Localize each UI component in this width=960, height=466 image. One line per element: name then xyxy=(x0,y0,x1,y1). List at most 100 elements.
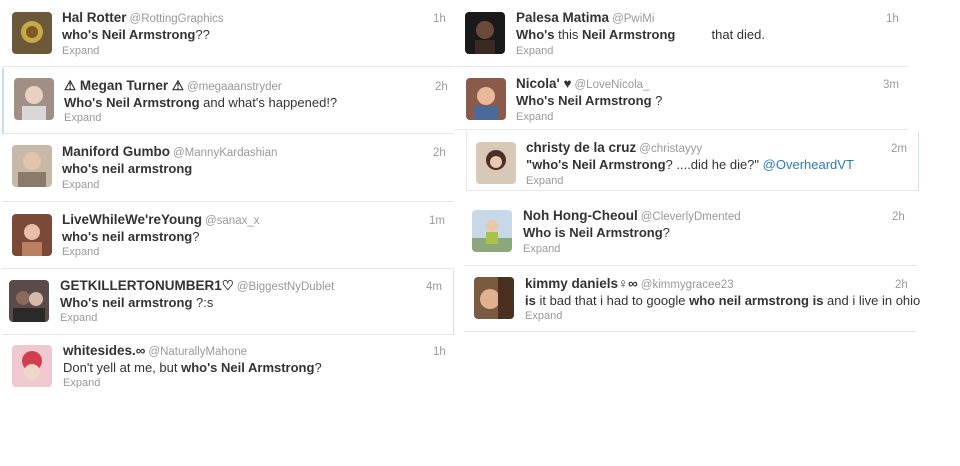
avatar[interactable] xyxy=(12,214,52,256)
expand-link[interactable]: Expand xyxy=(60,311,97,325)
tweet-text-segment: who's neil armstrong xyxy=(62,229,193,244)
tweet-text: Who's Neil Armstrong and what's happened… xyxy=(64,94,337,111)
tweet-card[interactable]: Hal Rotter @RottingGraphics 1h who's Neil… xyxy=(2,0,454,67)
tweet-text-segment: Who is Neil Armstrong xyxy=(523,225,663,240)
author-handle[interactable]: @MannyKardashian xyxy=(173,147,277,159)
tweet-text: who's neil armstrong? xyxy=(62,228,199,245)
avatar[interactable] xyxy=(12,145,52,187)
avatar[interactable] xyxy=(466,78,506,120)
tweet-card[interactable]: Palesa Matima @PwiMi 1h Who's this Neil A… xyxy=(455,0,908,67)
expand-link[interactable]: Expand xyxy=(63,376,100,390)
expand-link[interactable]: Expand xyxy=(516,110,553,124)
author-handle[interactable]: @LoveNicola_ xyxy=(575,79,650,91)
tweet-text: Don't yell at me, but who's Neil Armstro… xyxy=(63,359,322,376)
timestamp[interactable]: 3m xyxy=(883,77,899,93)
timestamp[interactable]: 1h xyxy=(886,11,899,27)
tweet-text: who's Neil Armstrong?? xyxy=(62,26,210,43)
tweet-text-segment: Don't yell at me, but xyxy=(63,360,182,375)
expand-link[interactable]: Expand xyxy=(62,44,99,58)
tweet-text-segment: Who's Neil Armstrong xyxy=(64,95,200,110)
author-name[interactable]: Noh Hong-Cheoul xyxy=(523,208,638,223)
tweet-card[interactable]: kimmy daniels♀∞ @kimmygracee23 2h is it b… xyxy=(464,267,920,332)
tweet-text: Who is Neil Armstrong? xyxy=(523,224,670,241)
author-handle[interactable]: @RottingGraphics xyxy=(130,13,224,25)
mention-link[interactable]: @OverheardVT xyxy=(763,157,854,172)
timestamp[interactable]: 1h xyxy=(433,344,446,360)
author-name[interactable]: Palesa Matima xyxy=(516,10,609,25)
tweet-text-segment xyxy=(675,27,711,42)
tweet-text-segment: ? xyxy=(192,229,200,244)
expand-link[interactable]: Expand xyxy=(64,111,101,125)
tweet-text-segment: Who's neil armstrong xyxy=(60,295,193,310)
avatar[interactable] xyxy=(14,78,54,120)
tweet-card[interactable]: GETKILLERTONUMBER1♡ @BiggestNyDublet 4m W… xyxy=(2,270,454,335)
tweet-text-segment: ?? xyxy=(195,27,210,42)
avatar[interactable] xyxy=(474,277,514,319)
timestamp[interactable]: 2h xyxy=(435,79,448,95)
timestamp[interactable]: 1h xyxy=(433,11,446,27)
author-name[interactable]: ⚠ Megan Turner ⚠ xyxy=(64,78,184,93)
author-name[interactable]: Nicola' ♥ xyxy=(516,76,572,91)
tweet-text-segment: is xyxy=(525,293,536,308)
tweet-text: "who's Neil Armstrong? ....did he die?" … xyxy=(526,156,854,173)
timestamp[interactable]: 2m xyxy=(891,141,907,157)
tweet-card[interactable]: ⚠ Megan Turner ⚠ @megaaanstryder 2h Who's… xyxy=(2,68,454,134)
tweet-text-segment: who neil armstrong is xyxy=(689,293,824,308)
avatar[interactable] xyxy=(472,210,512,252)
tweet-card[interactable]: Nicola' ♥ @LoveNicola_ 3m Who's Neil Arms… xyxy=(455,68,908,130)
tweet-card[interactable]: LiveWhileWe'reYoung @sanax_x 1m who's nei… xyxy=(2,203,454,269)
author-name[interactable]: LiveWhileWe'reYoung xyxy=(62,212,202,227)
expand-link[interactable]: Expand xyxy=(526,174,563,188)
tweet-text: Who's this Neil Armstrong that died. xyxy=(516,26,765,43)
timestamp[interactable]: 2h xyxy=(433,145,446,161)
timestamp[interactable]: 1m xyxy=(429,213,445,229)
author-name[interactable]: christy de la cruz xyxy=(526,140,636,155)
tweet-text-segment: this xyxy=(554,27,582,42)
tweet-text-segment: and i live in ohio xyxy=(823,293,921,308)
expand-link[interactable]: Expand xyxy=(62,245,99,259)
expand-link[interactable]: Expand xyxy=(516,44,553,58)
tweet-text-segment: Who's Neil Armstrong xyxy=(516,93,652,108)
author-name[interactable]: Maniford Gumbo xyxy=(62,144,170,159)
author-name[interactable]: kimmy daniels♀∞ xyxy=(525,276,638,291)
timestamp[interactable]: 2h xyxy=(895,277,908,293)
author-name[interactable]: whitesides.∞ xyxy=(63,343,145,358)
author-handle[interactable]: @NaturallyMahone xyxy=(148,346,247,358)
tweet-text-segment: who's Neil Armstrong xyxy=(62,27,196,42)
author-handle[interactable]: @megaaanstryder xyxy=(187,81,282,93)
tweet-text: is it bad that i had to google who neil … xyxy=(525,292,920,309)
avatar[interactable] xyxy=(476,142,516,184)
author-handle[interactable]: @CleverlyDmented xyxy=(641,211,741,223)
tweet-text: Who's neil armstrong ?:s xyxy=(60,294,213,311)
author-handle[interactable]: @BiggestNyDublet xyxy=(237,281,334,293)
avatar[interactable] xyxy=(12,12,52,54)
author-name[interactable]: GETKILLERTONUMBER1♡ xyxy=(60,278,234,293)
avatar[interactable] xyxy=(465,12,505,54)
tweet-text-segment: ? xyxy=(651,93,663,108)
tweet-text: Who's Neil Armstrong ? xyxy=(516,92,662,109)
author-handle[interactable]: @PwiMi xyxy=(612,13,654,25)
avatar[interactable] xyxy=(9,280,49,322)
expand-link[interactable]: Expand xyxy=(523,242,560,256)
timestamp[interactable]: 4m xyxy=(426,279,442,295)
avatar[interactable] xyxy=(12,345,52,387)
tweet-card[interactable]: Noh Hong-Cheoul @CleverlyDmented 2h Who i… xyxy=(464,198,917,266)
tweet-card[interactable]: christy de la cruz @christayyy 2m "who's … xyxy=(466,131,919,191)
author-name[interactable]: Hal Rotter xyxy=(62,10,127,25)
tweet-card[interactable]: Maniford Gumbo @MannyKardashian 2h who's … xyxy=(2,135,454,202)
author-handle[interactable]: @kimmygracee23 xyxy=(641,279,734,291)
tweet-text-segment: that died. xyxy=(711,27,766,42)
author-handle[interactable]: @christayyy xyxy=(639,143,702,155)
tweet-text-segment: ? xyxy=(314,360,322,375)
tweet-text-segment: ? xyxy=(662,225,670,240)
tweet-text: who's neil armstrong xyxy=(62,160,192,177)
tweet-card[interactable]: whitesides.∞ @NaturallyMahone 1h Don't ye… xyxy=(2,336,454,394)
expand-link[interactable]: Expand xyxy=(525,309,562,323)
tweet-text-segment: Who's xyxy=(516,27,555,42)
timestamp[interactable]: 2h xyxy=(892,209,905,225)
tweet-text-segment: who's Neil Armstrong xyxy=(181,360,315,375)
tweet-text-segment: it bad that i had to google xyxy=(535,293,690,308)
author-handle[interactable]: @sanax_x xyxy=(205,215,260,227)
tweet-text-segment: "who's Neil Armstrong xyxy=(526,157,666,172)
expand-link[interactable]: Expand xyxy=(62,178,99,192)
